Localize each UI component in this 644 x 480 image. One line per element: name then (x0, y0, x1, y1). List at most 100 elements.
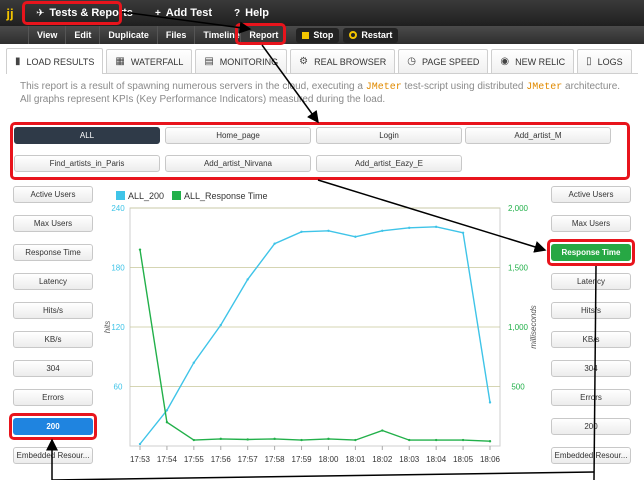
label-button-add-artist-eazy-e[interactable]: Add_artist_Eazy_E (316, 155, 462, 172)
left-metric-kbs[interactable]: KB/s (13, 331, 93, 348)
plane-icon: ✈ (36, 7, 45, 19)
data-point-200 (327, 229, 330, 233)
data-point-200 (219, 323, 222, 327)
right-metric-kbs[interactable]: KB/s (551, 331, 631, 348)
tab-label: WATERFALL (130, 56, 184, 67)
right-metric-latency[interactable]: Latency (551, 273, 631, 290)
y-left-tick-label: 120 (111, 323, 125, 332)
top-nav-bar: jj ✈ Tests & Reports + Add Test ? Help (0, 0, 644, 26)
files-button[interactable]: Files (156, 26, 195, 44)
nav-add-test[interactable]: + Add Test (147, 0, 220, 26)
label-button-find-artists-in-paris[interactable]: Find_artists_in_Paris (14, 155, 160, 172)
right-metric-hits[interactable]: Hits/s (551, 302, 631, 319)
report-description: This report is a result of spawning nume… (20, 81, 630, 106)
data-point-200 (354, 235, 357, 238)
nav-tests-reports[interactable]: ✈ Tests & Reports (28, 0, 141, 26)
report-tabs: ▮ LOAD RESULTS ▦ WATERFALL ▤ MONITORING … (6, 48, 638, 74)
jmeter-text: JMeter (365, 82, 402, 93)
tab-new-relic[interactable]: ◉ NEW RELIC (491, 49, 575, 73)
right-metric-304[interactable]: 304 (551, 360, 631, 377)
browser-icon: ⚙ (299, 56, 309, 67)
tab-waterfall[interactable]: ▦ WATERFALL (106, 49, 193, 73)
data-point-response-time (273, 437, 276, 441)
jmeter-text: JMeter (526, 82, 563, 93)
right-metric-200[interactable]: 200 (551, 418, 631, 435)
x-tick-label: 17:56 (211, 455, 232, 464)
tab-page-speed[interactable]: ◷ PAGE SPEED (398, 49, 489, 73)
label-button-home-page[interactable]: Home_page (165, 127, 311, 144)
timeline-button[interactable]: Timeline (194, 26, 240, 44)
chart-grid (129, 207, 501, 450)
desc-text: test-script using distributed (401, 81, 527, 92)
restart-button[interactable]: Restart (343, 27, 399, 43)
tab-real-browser[interactable]: ⚙ REAL BROWSER (290, 49, 396, 73)
kpi-line-chart: ALL_200 ALL_Response Time hits milliseco… (103, 191, 538, 464)
right-metric-max-users[interactable]: Max Users (551, 215, 631, 232)
data-point-200 (165, 409, 169, 412)
stop-button[interactable]: Stop (296, 27, 340, 43)
legend-label-response-time[interactable]: ALL_Response Time (184, 191, 268, 201)
right-metric-errors[interactable]: Errors (551, 389, 631, 406)
label-button-login[interactable]: Login (316, 127, 462, 144)
right-metric-embedded-resources[interactable]: Embedded Resour... (551, 447, 631, 464)
duplicate-button[interactable]: Duplicate (99, 26, 157, 44)
report-button[interactable]: Report (240, 26, 287, 44)
left-metric-errors[interactable]: Errors (13, 389, 93, 406)
tab-monitoring[interactable]: ▤ MONITORING (195, 49, 288, 73)
nav-help[interactable]: ? Help (226, 0, 277, 26)
x-tick-label: 17:55 (184, 455, 205, 464)
data-point-response-time (246, 438, 249, 441)
x-tick-label: 18:05 (453, 455, 474, 464)
tab-label: REAL BROWSER (314, 56, 387, 67)
y-right-tick-label: 1,000 (508, 323, 529, 332)
left-metric-active-users[interactable]: Active Users (13, 186, 93, 203)
view-button[interactable]: View (28, 26, 65, 44)
left-metric-hits[interactable]: Hits/s (13, 302, 93, 319)
left-metric-max-users[interactable]: Max Users (13, 215, 93, 232)
test-toolbar: View Edit Duplicate Files Timeline Repor… (0, 26, 644, 44)
data-point-response-time (165, 421, 169, 424)
tab-label: MONITORING (219, 56, 279, 67)
data-point-response-time (327, 437, 330, 441)
left-metric-response-time[interactable]: Response Time (13, 244, 93, 261)
series-line-response-time (139, 249, 491, 442)
tab-label: LOGS (597, 56, 623, 67)
edit-button[interactable]: Edit (65, 26, 99, 44)
plus-icon: + (154, 7, 161, 19)
left-metric-latency[interactable]: Latency (13, 273, 93, 290)
label-button-add-artist-nirvana[interactable]: Add_artist_Nirvana (165, 155, 311, 172)
legend-label-200[interactable]: ALL_200 (128, 191, 164, 201)
x-tick-label: 17:54 (157, 455, 178, 464)
restart-label: Restart (361, 30, 393, 40)
tab-label: PAGE SPEED (422, 56, 480, 67)
logs-icon: ▯ (586, 56, 592, 67)
y-axis-right-label: milliseconds (529, 305, 538, 349)
left-metric-304[interactable]: 304 (13, 360, 93, 377)
right-metric-response-time[interactable]: Response Time (551, 244, 631, 261)
label-button-add-artist-m[interactable]: Add_artist_M (465, 127, 611, 144)
data-point-200 (488, 401, 492, 404)
tab-logs[interactable]: ▯ LOGS (577, 49, 632, 73)
legend-swatch-response-time (172, 191, 181, 200)
tab-label: LOAD RESULTS (26, 56, 95, 67)
left-metric-200[interactable]: 200 (13, 418, 93, 435)
x-tick-label: 18:02 (372, 455, 393, 464)
data-point-response-time (488, 440, 492, 443)
right-metric-active-users[interactable]: Active Users (551, 186, 631, 203)
left-metric-embedded-resources[interactable]: Embedded Resour... (13, 447, 93, 464)
bar-chart-icon: ▮ (15, 56, 21, 67)
x-tick-label: 18:06 (480, 455, 501, 464)
label-button-all[interactable]: ALL (14, 127, 160, 144)
data-point-200 (300, 230, 303, 233)
tab-load-results[interactable]: ▮ LOAD RESULTS (6, 48, 104, 74)
x-tick-label: 18:00 (318, 455, 339, 464)
data-point-200 (461, 231, 465, 234)
nav-tests-reports-label: Tests & Reports (49, 7, 133, 19)
chart-legend: ALL_200 ALL_Response Time (116, 191, 268, 201)
chart-series (138, 225, 492, 446)
y-left-tick-label: 240 (111, 204, 125, 213)
app-logo[interactable]: jj (0, 0, 20, 26)
new-relic-icon: ◉ (500, 56, 510, 67)
data-point-200 (434, 225, 438, 229)
data-point-response-time (381, 429, 384, 432)
